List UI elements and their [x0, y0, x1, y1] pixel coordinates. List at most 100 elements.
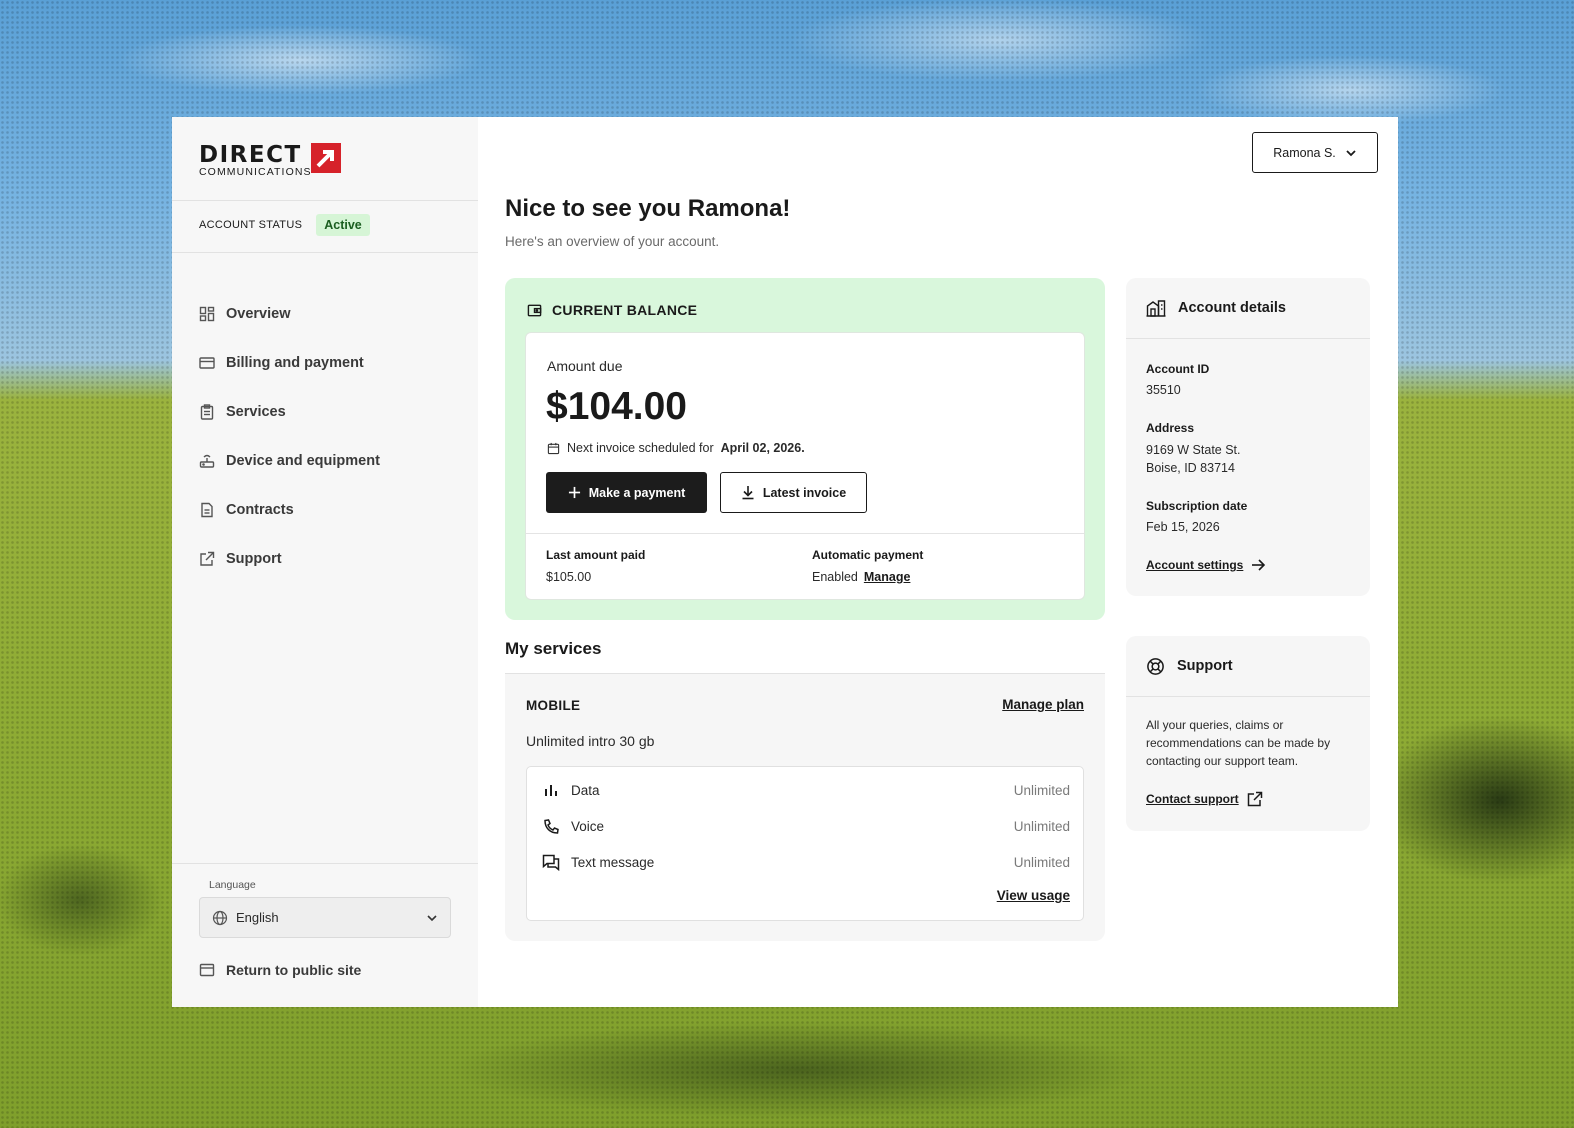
building-icon — [1146, 300, 1166, 317]
last-paid-label: Last amount paid — [546, 548, 646, 562]
sidebar-item-label: Billing and payment — [226, 354, 364, 371]
bar-chart-icon — [541, 780, 561, 800]
lifebuoy-icon — [1147, 657, 1164, 675]
sidebar: DIRECT COMMUNICATIONS ACCOUNT STATUS Act… — [172, 117, 478, 1007]
account-id-label: Account ID — [1146, 362, 1210, 376]
account-status: ACCOUNT STATUS Active — [199, 214, 370, 236]
phone-icon — [541, 816, 561, 836]
manage-plan-link[interactable]: Manage plan — [1002, 697, 1084, 712]
sidebar-item-support[interactable]: Support — [199, 534, 380, 583]
plus-icon — [568, 486, 580, 499]
sidebar-item-label: Support — [226, 550, 282, 567]
my-services-title: My services — [505, 639, 602, 658]
main-content: Ramona S. Nice to see you Ramona! Here's… — [478, 117, 1398, 1007]
auto-pay-label: Automatic payment — [812, 548, 924, 562]
usage-value: Unlimited — [1013, 782, 1070, 798]
support-description: All your queries, claims or recommendati… — [1146, 718, 1331, 768]
manage-auto-pay-link[interactable]: Manage — [864, 570, 911, 584]
sidebar-item-overview[interactable]: Overview — [199, 289, 380, 338]
router-icon — [199, 454, 215, 468]
auto-pay-status: Enabled Manage — [812, 570, 910, 584]
latest-invoice-label: Latest invoice — [762, 485, 847, 500]
plan-name: Unlimited intro 30 gb — [526, 733, 655, 749]
clipboard-icon — [200, 403, 214, 420]
document-icon — [201, 502, 213, 517]
account-details-header: Account details — [1126, 278, 1370, 339]
contact-support-link[interactable]: Contact support — [1146, 791, 1263, 807]
support-title: Support — [1177, 658, 1233, 674]
address-label: Address — [1146, 421, 1195, 435]
browser-icon — [199, 963, 215, 977]
amount-due-label: Amount due — [547, 358, 623, 374]
next-invoice-text: Next invoice scheduled for — [567, 441, 714, 455]
chevron-down-icon — [1346, 149, 1356, 156]
account-status-label: ACCOUNT STATUS — [199, 219, 303, 231]
usage-row-text: Text message Unlimited — [541, 852, 1070, 872]
wallet-icon — [527, 304, 542, 316]
usage-value: Unlimited — [1013, 854, 1070, 870]
amount-due-value: $104.00 — [546, 385, 687, 428]
make-payment-label: Make a payment — [588, 485, 686, 500]
balance-card: Amount due $104.00 Next invoice schedule… — [525, 332, 1085, 600]
usage-value: Unlimited — [1013, 818, 1070, 834]
sidebar-item-devices[interactable]: Device and equipment — [199, 436, 380, 485]
arrow-logo-icon — [311, 143, 341, 173]
account-id-value: 35510 — [1146, 383, 1181, 397]
app-window: DIRECT COMMUNICATIONS ACCOUNT STATUS Act… — [172, 117, 1398, 1007]
sidebar-nav: Overview Billing and payment Services De… — [199, 289, 380, 583]
arrow-right-icon — [1252, 559, 1266, 571]
divider — [172, 252, 478, 253]
usage-label: Voice — [571, 818, 605, 834]
usage-row-voice: Voice Unlimited — [541, 816, 1070, 836]
current-balance-panel: CURRENT BALANCE Amount due $104.00 Next … — [505, 278, 1105, 620]
latest-invoice-button[interactable]: Latest invoice — [720, 472, 867, 513]
return-label: Return to public site — [226, 962, 362, 978]
account-settings-link[interactable]: Account settings — [1146, 558, 1266, 572]
service-type: MOBILE — [526, 698, 581, 713]
address-line2: Boise, ID 83714 — [1146, 461, 1235, 475]
auto-pay-value: Enabled — [812, 570, 858, 584]
sidebar-item-contracts[interactable]: Contracts — [199, 485, 380, 534]
address-line1: 9169 W State St. — [1146, 443, 1241, 457]
user-name: Ramona S. — [1273, 145, 1336, 160]
view-usage-link[interactable]: View usage — [997, 888, 1070, 903]
subscription-date-label: Subscription date — [1146, 499, 1248, 513]
language-label: Language — [209, 879, 256, 891]
download-icon — [742, 486, 754, 500]
account-details-title: Account details — [1178, 300, 1286, 316]
sidebar-item-label: Services — [226, 403, 286, 420]
make-payment-button[interactable]: Make a payment — [546, 472, 707, 513]
usage-label: Data — [571, 782, 600, 798]
status-badge: Active — [316, 214, 370, 236]
sidebar-item-billing[interactable]: Billing and payment — [199, 338, 380, 387]
sidebar-item-label: Device and equipment — [226, 452, 380, 469]
chat-icon — [541, 852, 561, 872]
sidebar-item-label: Contracts — [226, 501, 294, 518]
usage-row-data: Data Unlimited — [541, 780, 1070, 800]
divider — [526, 533, 1084, 534]
language-value: English — [236, 910, 279, 925]
external-link-icon — [200, 551, 215, 566]
page-title: Nice to see you Ramona! — [505, 195, 791, 222]
next-invoice-date: April 02, 2026. — [720, 441, 805, 455]
brand-logo[interactable]: DIRECT COMMUNICATIONS — [199, 143, 344, 178]
grid-icon — [199, 306, 215, 321]
last-paid-value: $105.00 — [546, 570, 592, 584]
page-subtitle: Here's an overview of your account. — [505, 234, 720, 249]
support-card: Support All your queries, claims or reco… — [1126, 636, 1370, 831]
external-link-icon — [1247, 791, 1262, 807]
account-settings-label: Account settings — [1146, 558, 1244, 572]
return-to-public-site[interactable]: Return to public site — [199, 962, 361, 978]
divider — [172, 200, 478, 201]
user-menu-button[interactable]: Ramona S. — [1252, 132, 1378, 173]
sidebar-item-label: Overview — [226, 305, 291, 322]
globe-icon — [212, 910, 228, 925]
service-card-mobile: MOBILE Manage plan Unlimited intro 30 gb… — [505, 674, 1105, 941]
support-header: Support — [1126, 636, 1370, 697]
balance-title: CURRENT BALANCE — [552, 302, 698, 318]
subscription-date-value: Feb 15, 2026 — [1146, 520, 1220, 534]
sidebar-item-services[interactable]: Services — [199, 387, 380, 436]
divider — [172, 863, 478, 864]
language-select[interactable]: English — [199, 897, 451, 938]
next-invoice-info: Next invoice scheduled for April 02, 202… — [547, 441, 805, 455]
